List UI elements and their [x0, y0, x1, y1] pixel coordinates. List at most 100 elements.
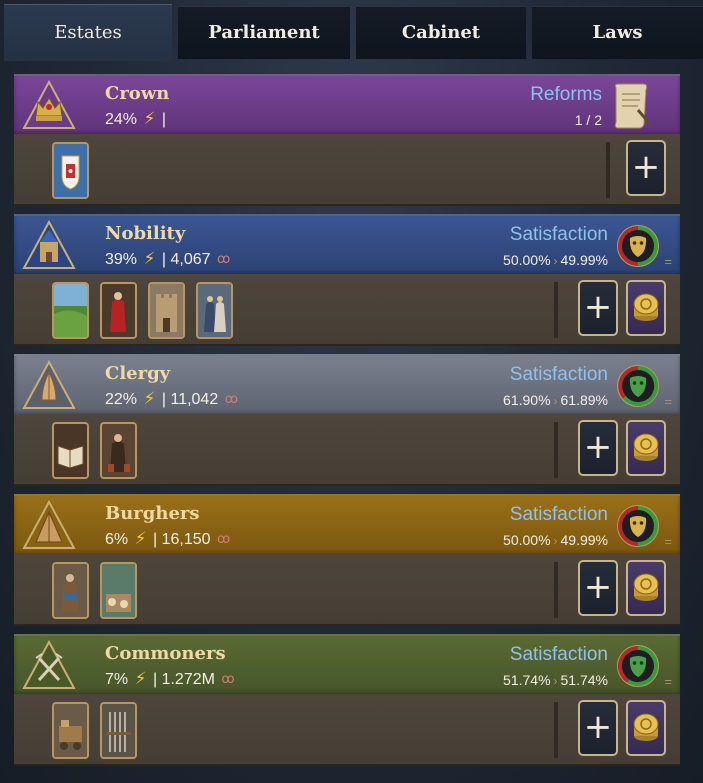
tab-estates[interactable]: Estates: [4, 4, 172, 61]
equal-indicator: =: [664, 534, 672, 549]
estate-stats: 24% ⚡ |: [105, 109, 166, 129]
clergy-slots: +: [14, 414, 680, 486]
equal-indicator: =: [664, 674, 672, 689]
estate-commoners: Commoners 7% ⚡ | 1.272M ꝏ Satisfaction 5…: [14, 634, 680, 766]
estate-nobility: Nobility 39% ⚡ | 4,067 ꝏ Satisfaction 50…: [14, 214, 680, 346]
crown-slots: +: [14, 134, 680, 206]
crown-banner: Crown 24% ⚡ | Reforms 1 / 2: [14, 74, 680, 136]
influence-bolt-icon: ⚡: [143, 389, 156, 408]
satisfaction-current: 50.00%: [503, 532, 551, 548]
population-value: | 4,067: [161, 251, 211, 268]
population-icon: ꝏ: [216, 251, 231, 266]
coin-stack-icon[interactable]: [626, 280, 666, 336]
add-button[interactable]: +: [578, 280, 618, 336]
equal-indicator: =: [664, 254, 672, 269]
estate-name: Nobility: [105, 223, 186, 244]
satisfaction-mask-icon[interactable]: [616, 364, 660, 408]
coat-of-arms-card[interactable]: [52, 142, 89, 199]
nobility-banner: Nobility 39% ⚡ | 4,067 ꝏ Satisfaction 50…: [14, 214, 680, 276]
weapons-rack-card[interactable]: [100, 702, 137, 759]
monks-card[interactable]: [100, 422, 137, 479]
trend-arrow-icon: ›: [553, 534, 558, 548]
crown-icon: [22, 79, 76, 130]
influence-bolt-icon: ⚡: [143, 109, 156, 128]
influence-value: 24%: [105, 111, 138, 128]
tab-laws[interactable]: Laws: [532, 6, 703, 59]
estate-name: Crown: [105, 83, 170, 104]
satisfaction-mask-icon[interactable]: [616, 504, 660, 548]
slot-divider: [554, 702, 558, 758]
coin-stack-icon[interactable]: [626, 420, 666, 476]
satisfaction-mask-icon[interactable]: [616, 644, 660, 688]
add-button[interactable]: +: [626, 140, 666, 196]
tent-icon: [22, 499, 76, 550]
estate-name: Clergy: [105, 363, 171, 384]
trend-arrow-icon: ›: [553, 394, 558, 408]
satisfaction-target: 49.99%: [560, 252, 608, 268]
population-icon: ꝏ: [221, 671, 235, 686]
satisfaction-label[interactable]: Satisfaction: [510, 364, 608, 386]
workshop-card[interactable]: [100, 562, 137, 619]
coin-stack-icon[interactable]: [626, 700, 666, 756]
estate-crown: Crown 24% ⚡ | Reforms 1 / 2 +: [14, 74, 680, 206]
population-value: | 1.272M: [152, 671, 215, 688]
scripture-card[interactable]: [52, 422, 89, 479]
add-button[interactable]: +: [578, 420, 618, 476]
satisfaction-change: 50.00% › 49.99%: [503, 532, 608, 548]
influence-value: 39%: [105, 251, 138, 268]
separator-text: |: [161, 111, 167, 128]
fortress-card[interactable]: [148, 282, 185, 339]
coin-stack-icon[interactable]: [626, 560, 666, 616]
influence-bolt-icon: ⚡: [143, 249, 156, 268]
clergy-banner: Clergy 22% ⚡ | 11,042 ꝏ Satisfaction 61.…: [14, 354, 680, 416]
trend-arrow-icon: ›: [553, 254, 558, 268]
tab-parliament[interactable]: Parliament: [178, 6, 350, 59]
merchant-card[interactable]: [52, 562, 89, 619]
influence-value: 7%: [105, 671, 129, 688]
satisfaction-current: 51.74%: [503, 672, 551, 688]
pitchfork-icon: [22, 639, 76, 690]
estate-stats: 39% ⚡ | 4,067 ꝏ: [105, 249, 230, 269]
add-button[interactable]: +: [578, 560, 618, 616]
cart-card[interactable]: [52, 702, 89, 759]
reforms-label[interactable]: Reforms: [530, 84, 602, 106]
noble-couple-card[interactable]: [196, 282, 233, 339]
tab-cabinet[interactable]: Cabinet: [356, 6, 526, 59]
satisfaction-current: 50.00%: [503, 252, 551, 268]
scroll-icon[interactable]: [608, 80, 654, 130]
estate-stats: 7% ⚡ | 1.272M ꝏ: [105, 669, 235, 689]
satisfaction-label[interactable]: Satisfaction: [510, 644, 608, 666]
nobility-slots: +: [14, 274, 680, 346]
landscape-card[interactable]: [52, 282, 89, 339]
satisfaction-change: 61.90% › 61.89%: [503, 392, 608, 408]
estate-name: Burghers: [105, 503, 200, 524]
commoners-slots: +: [14, 694, 680, 766]
estate-clergy: Clergy 22% ⚡ | 11,042 ꝏ Satisfaction 61.…: [14, 354, 680, 486]
slot-divider: [554, 422, 558, 478]
estate-stats: 6% ⚡ | 16,150 ꝏ: [105, 529, 230, 549]
add-button[interactable]: +: [578, 700, 618, 756]
royal-figure-card[interactable]: [100, 282, 137, 339]
influence-value: 22%: [105, 391, 138, 408]
slot-divider: [554, 562, 558, 618]
equal-indicator: =: [664, 394, 672, 409]
satisfaction-target: 49.99%: [560, 532, 608, 548]
slot-divider: [554, 282, 558, 338]
influence-bolt-icon: ⚡: [134, 669, 147, 688]
burghers-slots: +: [14, 554, 680, 626]
burghers-banner: Burghers 6% ⚡ | 16,150 ꝏ Satisfaction 50…: [14, 494, 680, 556]
satisfaction-current: 61.90%: [503, 392, 551, 408]
reforms-count: 1 / 2: [574, 112, 602, 128]
influence-bolt-icon: ⚡: [134, 529, 147, 548]
satisfaction-mask-icon[interactable]: [616, 224, 660, 268]
population-value: | 11,042: [161, 391, 219, 408]
population-icon: ꝏ: [216, 531, 231, 546]
estate-burghers: Burghers 6% ⚡ | 16,150 ꝏ Satisfaction 50…: [14, 494, 680, 626]
satisfaction-label[interactable]: Satisfaction: [510, 224, 608, 246]
satisfaction-target: 51.74%: [560, 672, 608, 688]
slot-divider: [606, 142, 610, 198]
population-value: | 16,150: [152, 531, 211, 548]
praying-hands-icon: [22, 359, 76, 410]
satisfaction-change: 51.74% › 51.74%: [503, 672, 608, 688]
satisfaction-label[interactable]: Satisfaction: [510, 504, 608, 526]
